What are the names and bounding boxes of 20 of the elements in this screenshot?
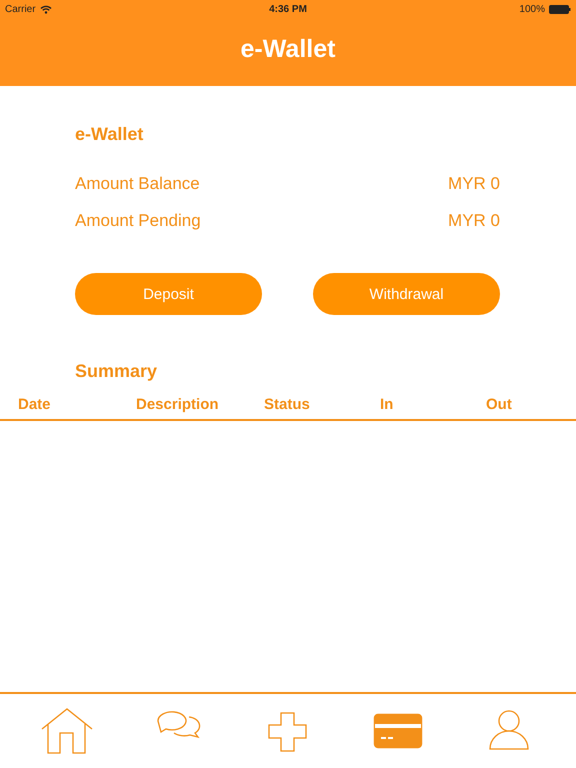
column-header: Out	[486, 396, 513, 413]
action-button[interactable]: Withdrawal	[313, 273, 500, 315]
carrier-label: Carrier	[5, 4, 36, 14]
battery-icon	[549, 4, 571, 14]
amount-value: MYR 0	[448, 174, 500, 194]
action-button[interactable]: Deposit	[75, 273, 262, 315]
section-title: e-Wallet	[75, 124, 144, 145]
column-header: Status	[264, 396, 311, 413]
home-icon[interactable]	[40, 707, 94, 755]
amount-value: MYR 0	[448, 210, 500, 230]
amount-label: Amount Balance	[75, 174, 200, 194]
page-title: e-Wallet	[240, 34, 336, 64]
column-header: Description	[136, 396, 220, 413]
status-time: 4:36 PM	[269, 4, 307, 14]
column-header: In	[380, 396, 394, 413]
column-header: Date	[18, 396, 52, 413]
amount-label: Amount Pending	[75, 210, 201, 230]
wifi-icon	[40, 4, 52, 14]
section-title: Summary	[75, 361, 158, 382]
battery-percent: 100%	[519, 4, 545, 14]
